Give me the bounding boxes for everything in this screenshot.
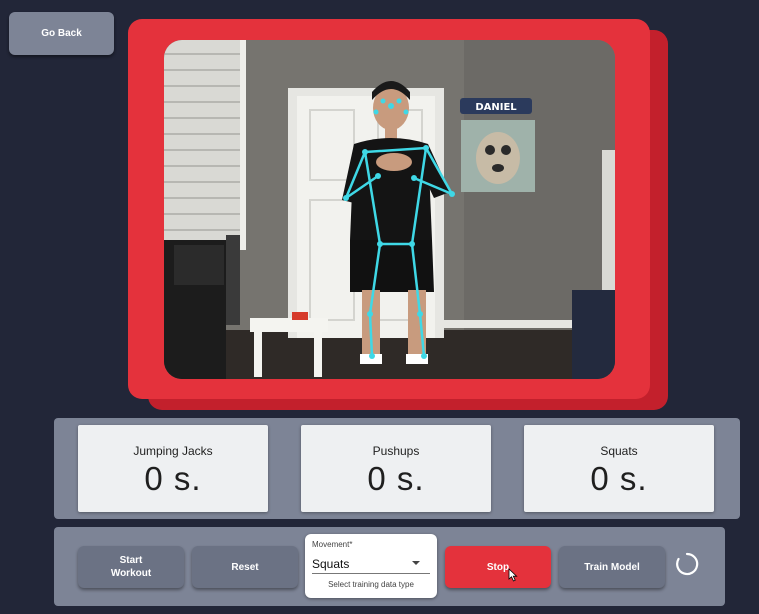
stat-label: Pushups	[372, 444, 420, 458]
start-workout-label: Start Workout	[110, 555, 152, 579]
stat-value: 0 s.	[367, 460, 425, 497]
stat-card-squats: Squats 0 s.	[524, 425, 714, 512]
stat-value: 0 s.	[590, 460, 648, 497]
train-model-button[interactable]: Train Model	[559, 546, 665, 588]
movement-select-label: Movement*	[312, 540, 353, 549]
webcam-feed: DANIEL	[164, 40, 615, 379]
dropdown-arrow-icon	[412, 561, 420, 565]
stop-button[interactable]: Stop	[445, 546, 551, 588]
stat-value: 0 s.	[144, 460, 202, 497]
movement-select[interactable]: Movement* Squats Select training data ty…	[305, 534, 437, 598]
stat-card-pushups: Pushups 0 s.	[301, 425, 491, 512]
stat-card-jumping-jacks: Jumping Jacks 0 s.	[78, 425, 268, 512]
go-back-button[interactable]: Go Back	[9, 12, 114, 55]
stat-label: Squats	[600, 444, 638, 458]
controls-panel: Start Workout Reset Movement* Squats Sel…	[54, 527, 725, 606]
start-workout-button[interactable]: Start Workout	[78, 546, 184, 588]
loading-spinner-icon	[676, 552, 699, 576]
movement-select-underline	[312, 573, 430, 574]
movement-select-helper: Select training data type	[328, 580, 414, 589]
wall-name-sign: DANIEL	[475, 102, 517, 113]
movement-select-value: Squats	[312, 557, 350, 571]
reset-button[interactable]: Reset	[192, 546, 298, 588]
mouse-cursor-icon	[508, 568, 518, 582]
stats-panel: Jumping Jacks 0 s. Pushups 0 s. Squats 0…	[54, 418, 740, 519]
stat-label: Jumping Jacks	[133, 444, 213, 458]
